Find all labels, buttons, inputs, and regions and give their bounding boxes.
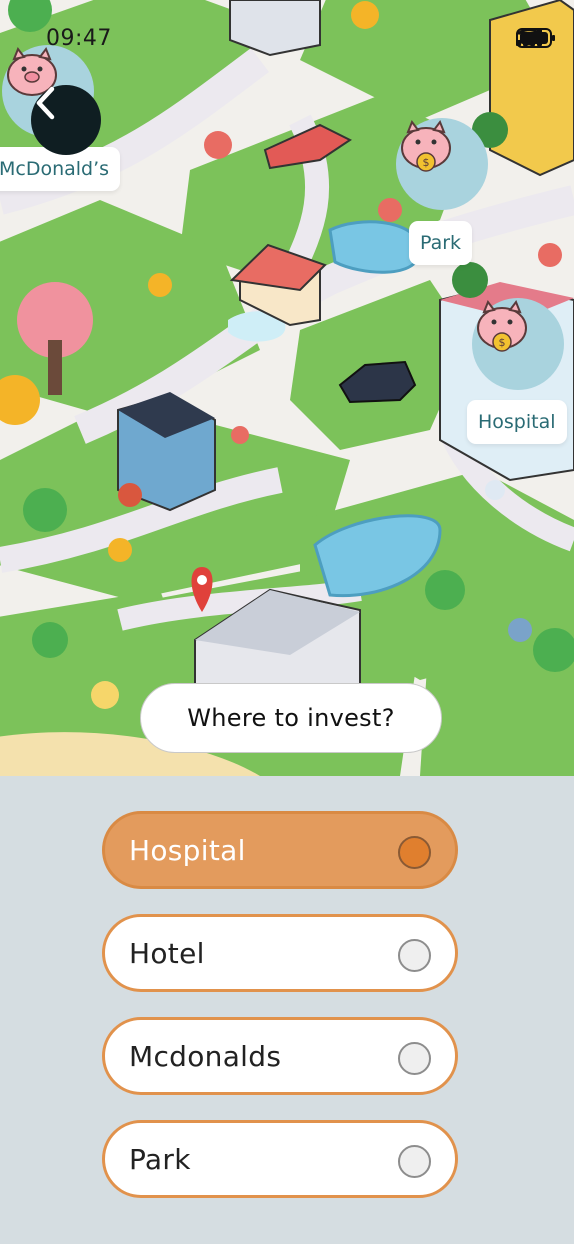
- option-mcdonalds[interactable]: Mcdonalds: [102, 1017, 458, 1095]
- radio-button[interactable]: [398, 1042, 431, 1075]
- option-park[interactable]: Park: [102, 1120, 458, 1198]
- piggy-bank-icon: $: [472, 298, 564, 390]
- map-marker-park[interactable]: $ Park: [396, 118, 496, 268]
- option-hospital[interactable]: Hospital: [102, 811, 458, 889]
- invest-options: Hospital Hotel Mcdonalds Park: [102, 811, 458, 1223]
- status-bar: 09:47: [0, 0, 574, 80]
- radio-button[interactable]: [398, 1145, 431, 1178]
- svg-text:$: $: [499, 336, 506, 349]
- radio-button-selected[interactable]: [398, 836, 431, 869]
- city-map[interactable]: 09:47 McDonald’s $ Park $ Hospital Where…: [0, 0, 574, 776]
- option-label: Park: [129, 1142, 191, 1176]
- marker-label-hospital: Hospital: [467, 400, 567, 444]
- invest-screen: 09:47 McDonald’s $ Park $ Hospital Where…: [0, 0, 574, 1244]
- option-label: Mcdonalds: [129, 1039, 282, 1073]
- option-label: Hospital: [129, 833, 246, 867]
- option-label: Hotel: [129, 936, 205, 970]
- marker-label-park: Park: [409, 221, 473, 265]
- radio-button[interactable]: [398, 939, 431, 972]
- status-time: 09:47: [46, 26, 112, 51]
- back-button[interactable]: [31, 85, 101, 155]
- piggy-bank-icon: $: [396, 118, 488, 210]
- option-hotel[interactable]: Hotel: [102, 914, 458, 992]
- question-prompt: Where to invest?: [140, 683, 442, 753]
- map-marker-hospital[interactable]: $ Hospital: [467, 298, 574, 448]
- svg-text:$: $: [423, 156, 430, 169]
